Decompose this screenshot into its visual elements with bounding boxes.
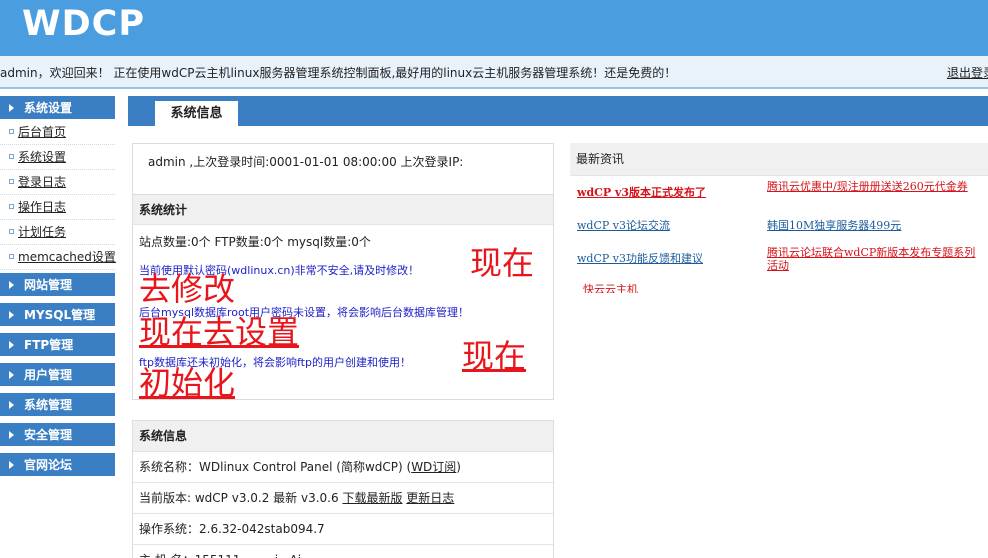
square-bullet-icon <box>9 229 14 234</box>
system-info-panel: 系统信息 系统名称：WDlinux Control Panel (简称wdCP)… <box>132 420 554 558</box>
sidebar-item-settings[interactable]: 系统设置 <box>0 145 115 170</box>
triangle-right-icon <box>9 371 14 379</box>
sidebar-section-website[interactable]: 网站管理 <box>0 273 115 297</box>
sidebar-section-users[interactable]: 用户管理 <box>0 363 115 387</box>
triangle-right-icon <box>9 341 14 349</box>
download-latest-link[interactable]: 下载最新版 <box>342 491 402 505</box>
sidebar: 系统设置 后台首页 系统设置 登录日志 操作日志 计划任务 memcached设… <box>0 96 116 483</box>
sidebar-submenu: 后台首页 系统设置 登录日志 操作日志 计划任务 memcached设置 <box>0 120 116 270</box>
last-login-info: admin ,上次登录时间:0001-01-01 08:00:00 上次登录IP… <box>148 155 464 169</box>
news-item-v3-release[interactable]: wdCP v3版本正式发布了 <box>577 186 706 199</box>
square-bullet-icon <box>9 129 14 134</box>
change-password-link-b[interactable]: 去修改 <box>139 271 235 307</box>
sidebar-section-system[interactable]: 系统管理 <box>0 393 115 417</box>
news-title: 最新资讯 <box>570 143 988 176</box>
tab-system-info[interactable]: 系统信息 <box>155 101 238 126</box>
sidebar-section-forum[interactable]: 官网论坛 <box>0 453 115 477</box>
news-item-korea-server[interactable]: 韩国10M独享服务器499元 <box>767 219 901 232</box>
sidebar-item-operation-log[interactable]: 操作日志 <box>0 195 115 220</box>
ftp-init-link-b[interactable]: 初始化 <box>139 365 235 401</box>
square-bullet-icon <box>9 204 14 209</box>
set-mysql-password-label: 现在去设置 <box>139 313 300 351</box>
os-row: 操作系统：2.6.32-042stab094.7 <box>133 514 553 545</box>
triangle-right-icon <box>9 401 14 409</box>
sidebar-item-home[interactable]: 后台首页 <box>0 120 115 145</box>
version-row: 当前版本: wdCP v3.0.2 最新 v3.0.6 下载最新版 更新日志 <box>133 483 553 514</box>
stats-panel: admin ,上次登录时间:0001-01-01 08:00:00 上次登录IP… <box>132 143 554 401</box>
app-root: WDCP admin，欢迎回来！ 正在使用wdCP云主机linux服务器管理系统… <box>0 0 988 558</box>
hostname-row: 主 机 名：155111 . . . . i . Ai <box>133 545 553 558</box>
stats-title: 系统统计 <box>133 194 553 225</box>
top-header: WDCP <box>0 0 988 56</box>
sidebar-item-cron[interactable]: 计划任务 <box>0 220 115 245</box>
wdcp-logo[interactable]: WDCP <box>22 4 145 44</box>
news-item-v3-forum[interactable]: wdCP v3论坛交流 <box>577 219 670 232</box>
news-item-quick-cloud[interactable]: 快云云主机 <box>583 283 663 293</box>
sidebar-section-system-settings[interactable]: 系统设置 <box>0 96 115 120</box>
main-tab-bar <box>128 96 988 126</box>
system-name-row: 系统名称：WDlinux Control Panel (简称wdCP) (WD订… <box>133 452 553 483</box>
triangle-right-icon <box>9 281 14 289</box>
logout-link[interactable]: 退出登录 <box>947 64 988 81</box>
system-info-title: 系统信息 <box>133 421 553 452</box>
sidebar-section-mysql[interactable]: MYSQL管理 <box>0 303 115 327</box>
change-password-link-a[interactable]: 现在 <box>470 245 534 281</box>
sidebar-item-memcached[interactable]: memcached设置 <box>0 245 116 270</box>
welcome-text: admin，欢迎回来！ 正在使用wdCP云主机linux服务器管理系统控制面板,… <box>0 66 677 80</box>
triangle-right-icon <box>9 311 14 319</box>
square-bullet-icon <box>9 254 14 259</box>
news-panel: 最新资讯 wdCP v3版本正式发布了 wdCP v3论坛交流 wdCP v3功… <box>570 143 988 293</box>
news-item-tencent-forum[interactable]: 腾讯云论坛联合wdCP新版本发布专题系列活动 <box>767 246 982 272</box>
ftp-init-label-a: 现在 <box>462 337 527 375</box>
wd-subscribe-link[interactable]: WD订阅 <box>411 460 456 474</box>
welcome-bar: admin，欢迎回来！ 正在使用wdCP云主机linux服务器管理系统控制面板,… <box>0 56 988 89</box>
sidebar-item-login-log[interactable]: 登录日志 <box>0 170 115 195</box>
square-bullet-icon <box>9 154 14 159</box>
stats-counts: 站点数量:0个 FTP数量:0个 mysql数量:0个 <box>139 235 371 249</box>
square-bullet-icon <box>9 179 14 184</box>
sidebar-section-ftp[interactable]: FTP管理 <box>0 333 115 357</box>
triangle-right-icon <box>9 461 14 469</box>
triangle-right-icon <box>9 431 14 439</box>
news-item-v3-feedback[interactable]: wdCP v3功能反馈和建议 <box>577 252 703 265</box>
triangle-right-icon <box>9 104 14 112</box>
changelog-link[interactable]: 更新日志 <box>406 491 454 505</box>
ftp-init-label-b: 初始化 <box>139 364 236 402</box>
news-item-tencent-promo[interactable]: 腾讯云优惠中/现注册册送送260元代金券 <box>767 180 982 193</box>
set-mysql-password-link[interactable]: 现在去设置 <box>139 314 299 350</box>
ftp-init-link-a[interactable]: 现在 <box>462 338 526 374</box>
sidebar-section-security[interactable]: 安全管理 <box>0 423 115 447</box>
